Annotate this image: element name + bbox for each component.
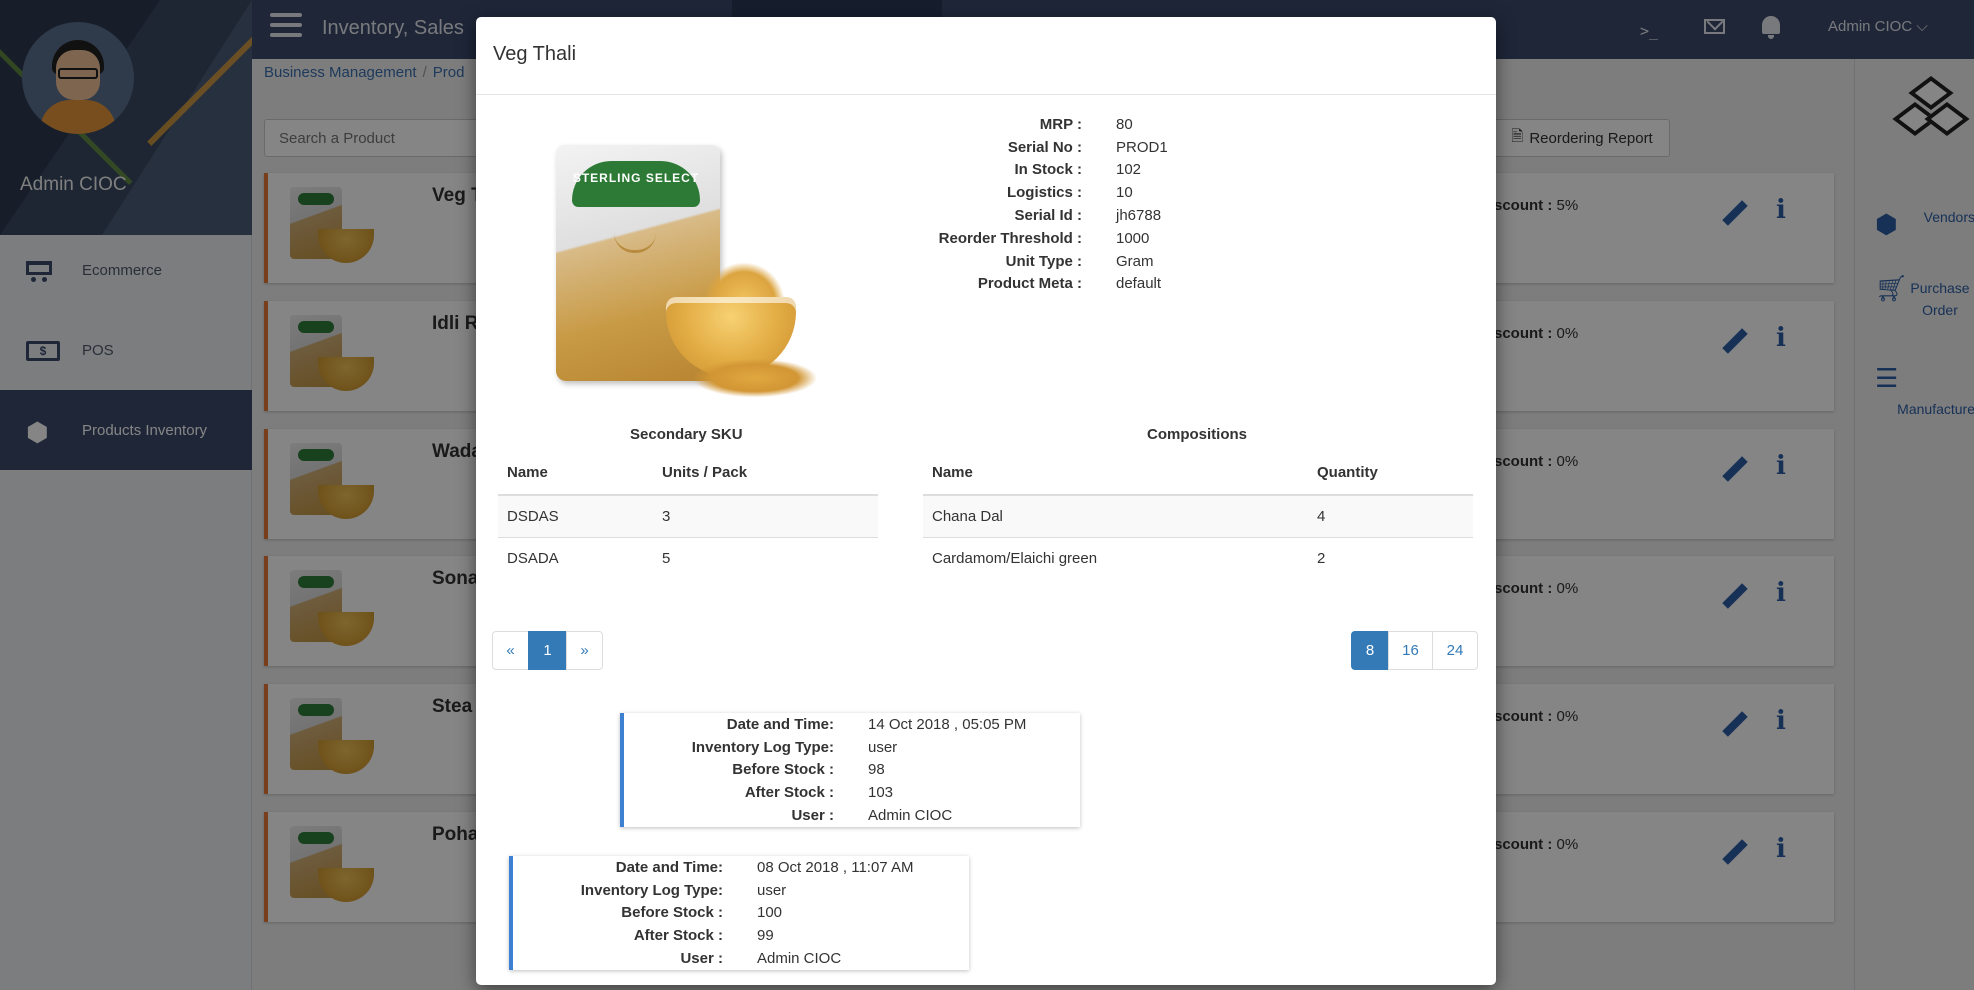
inventory-log-entry: Date and Time: 08 Oct 2018 , 11:07 AM Inv…: [509, 856, 969, 970]
log-value: 14 Oct 2018 , 05:05 PM: [868, 715, 1027, 733]
log-row: User : Admin CIOC: [624, 804, 1080, 827]
product-image: STERLING SELECT: [554, 145, 816, 401]
detail-row: Serial Id : jh6788: [856, 204, 1456, 227]
table-cell: DSDAS: [498, 494, 653, 537]
detail-row: Unit Type : Gram: [856, 250, 1456, 273]
inventory-log-entry: Date and Time: 14 Oct 2018 , 05:05 PM Inv…: [620, 713, 1080, 827]
log-value: 103: [868, 784, 894, 802]
table-row: DSADA 5: [498, 536, 878, 579]
log-label: Date and Time:: [726, 715, 834, 733]
detail-value: default: [1116, 275, 1162, 293]
detail-row: Reorder Threshold : 1000: [856, 227, 1456, 250]
log-label: Inventory Log Type:: [580, 881, 723, 899]
column-header: Quantity: [1308, 451, 1473, 496]
detail-label: In Stock :: [1014, 161, 1082, 179]
log-row: After Stock : 99: [513, 924, 969, 947]
detail-label: Serial No :: [1007, 138, 1082, 156]
log-label: User :: [791, 807, 834, 825]
table-cell: Chana Dal: [923, 494, 1308, 537]
log-row: User : Admin CIOC: [513, 947, 969, 970]
column-header: Units / Pack: [653, 451, 878, 496]
pagination-page[interactable]: 1: [528, 631, 567, 670]
column-header: Name: [923, 451, 1308, 496]
log-value: 99: [757, 927, 774, 945]
detail-value: jh6788: [1116, 207, 1162, 225]
page-size-option[interactable]: 16: [1388, 631, 1433, 670]
table-row: Chana Dal 4: [923, 494, 1473, 537]
secondary-sku-title: Secondary SKU: [630, 426, 743, 443]
log-row: Inventory Log Type: user: [624, 736, 1080, 759]
log-row: Inventory Log Type: user: [513, 879, 969, 902]
table-cell: 2: [1308, 536, 1473, 579]
page-size-option[interactable]: 24: [1432, 631, 1478, 670]
compositions-table: Name Quantity Chana Dal 4 Cardamom/Elaic…: [923, 451, 1473, 579]
log-row: Date and Time: 14 Oct 2018 , 05:05 PM: [624, 713, 1080, 736]
pagination-prev[interactable]: «: [492, 631, 529, 670]
log-row: After Stock : 103: [624, 781, 1080, 804]
table-cell: 4: [1308, 494, 1473, 537]
table-row: Cardamom/Elaichi green 2: [923, 536, 1473, 579]
detail-row: In Stock : 102: [856, 159, 1456, 182]
table-cell: Cardamom/Elaichi green: [923, 536, 1308, 579]
pagination: « 1 »: [492, 631, 603, 670]
log-label: After Stock :: [744, 784, 834, 802]
secondary-sku-table: Name Units / Pack DSDAS 3 DSADA 5: [498, 451, 878, 579]
table-row: DSDAS 3: [498, 494, 878, 537]
log-value: user: [757, 881, 787, 899]
detail-value: 80: [1116, 115, 1133, 133]
pagination-next[interactable]: »: [566, 631, 603, 670]
log-label: After Stock :: [633, 927, 723, 945]
detail-row: Logistics : 10: [856, 181, 1456, 204]
modal-header: Veg Thali: [476, 17, 1496, 95]
log-value: Admin CIOC: [868, 807, 953, 825]
detail-value: PROD1: [1116, 138, 1168, 156]
detail-label: Serial Id :: [1014, 207, 1082, 225]
log-label: Before Stock :: [732, 761, 834, 779]
log-value: 100: [757, 904, 783, 922]
detail-value: 1000: [1116, 229, 1150, 247]
detail-value: Gram: [1116, 252, 1154, 270]
detail-row: Product Meta : default: [856, 273, 1456, 296]
log-value: Admin CIOC: [757, 950, 842, 968]
detail-label: Logistics :: [1006, 184, 1082, 202]
modal-title: Veg Thali: [493, 43, 577, 65]
log-row: Date and Time: 08 Oct 2018 , 11:07 AM: [513, 856, 969, 879]
table-cell: 5: [653, 536, 878, 579]
log-value: 08 Oct 2018 , 11:07 AM: [757, 858, 914, 876]
log-value: 98: [868, 761, 885, 779]
detail-row: MRP : 80: [856, 113, 1456, 136]
log-label: Inventory Log Type:: [691, 738, 834, 756]
product-detail-modal: Veg Thali STERLING SELECT MRP : 80 Serial…: [476, 17, 1496, 985]
log-value: user: [868, 738, 898, 756]
page-size-selector: 8 16 24: [1351, 631, 1478, 670]
detail-value: 102: [1116, 161, 1142, 179]
detail-label: MRP :: [1039, 115, 1082, 133]
log-row: Before Stock : 98: [624, 759, 1080, 782]
detail-value: 10: [1116, 184, 1133, 202]
product-details: MRP : 80 Serial No : PROD1 In Stock : 102 L…: [856, 113, 1456, 295]
detail-label: Product Meta :: [977, 275, 1082, 293]
detail-label: Unit Type :: [1005, 252, 1082, 270]
log-label: User :: [680, 950, 723, 968]
log-label: Before Stock :: [621, 904, 723, 922]
log-label: Date and Time:: [615, 858, 723, 876]
product-brand-text: STERLING SELECT: [572, 161, 700, 207]
compositions-title: Compositions: [1147, 426, 1247, 443]
page-size-option[interactable]: 8: [1351, 631, 1389, 670]
detail-label: Reorder Threshold :: [938, 229, 1082, 247]
column-header: Name: [498, 451, 653, 496]
log-row: Before Stock : 100: [513, 902, 969, 925]
table-cell: 3: [653, 494, 878, 537]
detail-row: Serial No : PROD1: [856, 136, 1456, 159]
table-cell: DSADA: [498, 536, 653, 579]
